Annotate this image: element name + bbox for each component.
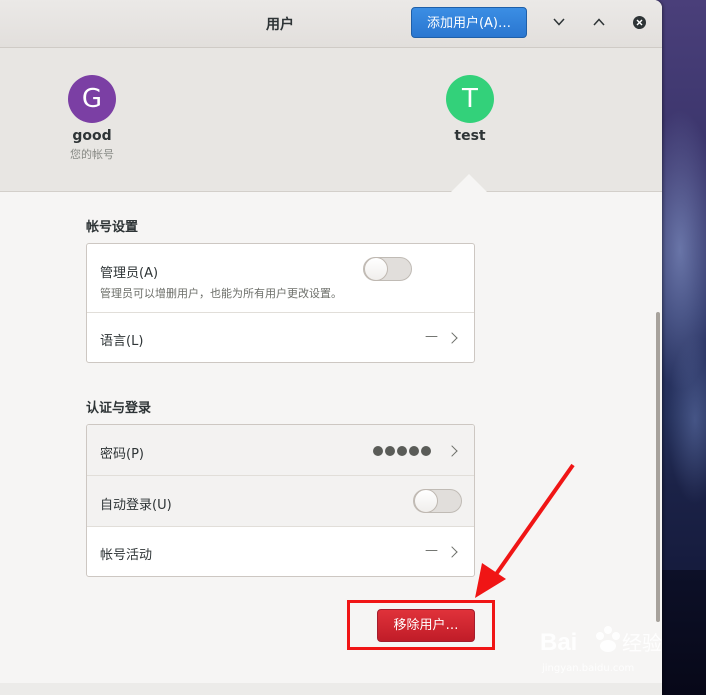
- password-dots: [373, 446, 431, 456]
- language-row[interactable]: 语言(L) —: [87, 313, 474, 362]
- user-carousel: G good 您的帐号 T test: [0, 48, 662, 192]
- admin-toggle[interactable]: [363, 257, 412, 281]
- password-row[interactable]: 密码(P): [87, 425, 474, 476]
- admin-label: 管理员(A): [100, 266, 159, 281]
- selected-user-indicator: [451, 174, 487, 192]
- svg-text:经验: 经验: [622, 631, 662, 655]
- chevron-down-icon: [553, 18, 565, 26]
- watermark: Bai 经验 jingyan.baidu.com: [538, 618, 668, 678]
- user-card-test[interactable]: T test: [430, 75, 510, 144]
- bottom-strip: [0, 683, 662, 695]
- user-card-good[interactable]: G good 您的帐号: [52, 75, 132, 162]
- annotation-highlight-box: [347, 600, 495, 650]
- section-title-auth: 认证与登录: [86, 401, 152, 416]
- user-name: test: [454, 128, 486, 144]
- activity-label: 帐号活动: [100, 548, 153, 563]
- password-dot: [409, 446, 419, 456]
- watermark-logo: Bai 经验: [540, 626, 662, 656]
- header-bar: 用户 添加用户(A)…: [0, 0, 662, 48]
- chevron-right-icon: [446, 332, 458, 344]
- close-button[interactable]: [629, 12, 649, 32]
- auth-list: 密码(P) 自动登录(U) 帐号活动 —: [86, 424, 475, 577]
- autologin-row: 自动登录(U): [87, 476, 474, 527]
- minimize-button[interactable]: [549, 12, 569, 32]
- window-title: 用户: [266, 17, 294, 33]
- password-dot: [373, 446, 383, 456]
- avatar: T: [446, 75, 494, 123]
- close-icon: [632, 15, 646, 29]
- activity-value: —: [425, 543, 438, 558]
- chevron-up-icon: [593, 18, 605, 26]
- toggle-knob: [414, 489, 438, 513]
- autologin-toggle[interactable]: [413, 489, 462, 513]
- watermark-url: jingyan.baidu.com: [542, 663, 635, 674]
- section-title-account-settings: 帐号设置: [86, 220, 139, 235]
- user-subtitle: 您的帐号: [70, 148, 114, 161]
- svg-text:Bai: Bai: [540, 629, 577, 656]
- chevron-right-icon: [446, 445, 458, 457]
- language-label: 语言(L): [100, 334, 144, 349]
- activity-row[interactable]: 帐号活动 —: [87, 527, 474, 576]
- maximize-button[interactable]: [589, 12, 609, 32]
- users-window: 用户 添加用户(A)… G good 您的帐号 T test 帐号设置 管理员(…: [0, 0, 662, 695]
- user-name: good: [72, 128, 112, 144]
- account-settings-list: 管理员(A) 管理员可以增删用户，也能为所有用户更改设置。 语言(L) —: [86, 243, 475, 363]
- admin-description: 管理员可以增删用户，也能为所有用户更改设置。: [100, 287, 342, 300]
- autologin-label: 自动登录(U): [100, 498, 172, 513]
- password-dot: [397, 446, 407, 456]
- scrollbar[interactable]: [656, 312, 660, 622]
- admin-row: 管理员(A) 管理员可以增删用户，也能为所有用户更改设置。: [87, 244, 474, 313]
- password-label: 密码(P): [100, 447, 144, 462]
- add-user-button[interactable]: 添加用户(A)…: [411, 7, 527, 38]
- language-value: —: [425, 329, 438, 344]
- chevron-right-icon: [446, 546, 458, 558]
- toggle-knob: [364, 257, 388, 281]
- password-dot: [421, 446, 431, 456]
- password-dot: [385, 446, 395, 456]
- avatar: G: [68, 75, 116, 123]
